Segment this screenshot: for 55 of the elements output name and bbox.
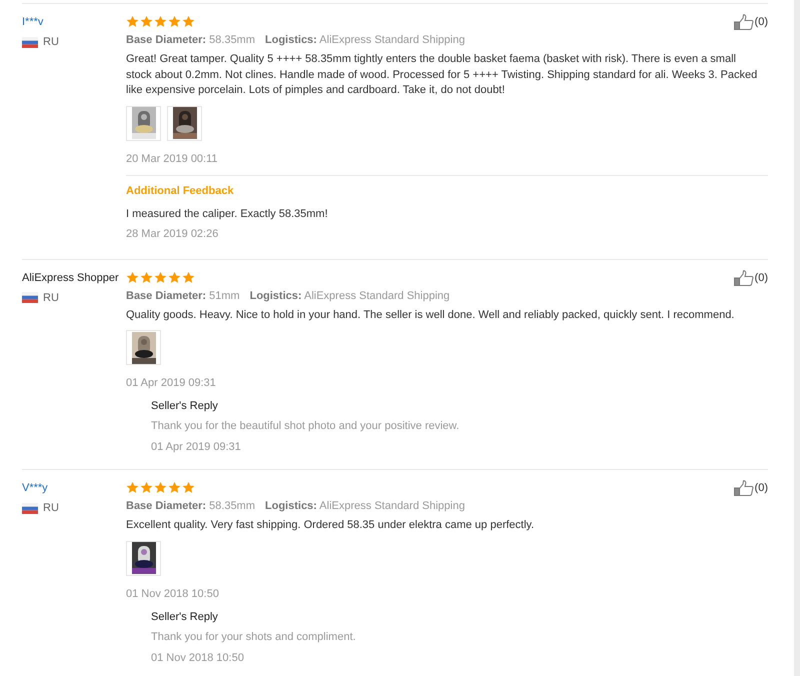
star-icon xyxy=(168,270,181,284)
country-code: RU xyxy=(43,290,59,306)
photo-thumbnail[interactable] xyxy=(167,106,202,140)
reviewer-name[interactable]: I***v xyxy=(22,12,126,32)
flag-icon xyxy=(22,292,38,303)
flag-icon xyxy=(22,502,38,514)
thumbs-up-icon xyxy=(734,270,754,286)
photo-thumbnail[interactable] xyxy=(126,330,161,365)
star-icon xyxy=(140,270,153,284)
helpful-button[interactable]: (0) xyxy=(734,268,768,288)
country-code: RU xyxy=(43,35,59,50)
product-attribute: Base Diameter: 58.35mm xyxy=(126,33,256,48)
review-text: Excellent quality. Very fast shipping. Ordered 58.35 under elektra came up perfectly. xyxy=(126,518,536,533)
star-icon xyxy=(168,481,181,494)
helpful-button[interactable]: (0) xyxy=(734,12,768,32)
reply-title: Seller's Reply xyxy=(151,610,219,624)
star-icon xyxy=(140,481,153,494)
country-code: RU xyxy=(43,501,59,516)
reviewer-name[interactable]: V***y xyxy=(22,478,126,498)
flag-icon xyxy=(22,36,38,48)
star-icon xyxy=(126,481,139,494)
reply-title: Seller's Reply xyxy=(151,399,219,414)
star-icon xyxy=(126,270,139,284)
photo-thumbnail[interactable] xyxy=(126,540,161,576)
star-icon xyxy=(126,15,139,28)
reply-text: Thank you for the beautiful shot photo and your positive review. xyxy=(151,419,460,434)
review-date: 01 Apr 2019 09:31 xyxy=(126,376,217,391)
review-text: Quality goods. Heavy. Nice to hold in your hand. The seller is well done. Well and reliably packed, quickly sent. I recommend. xyxy=(126,308,736,322)
star-icon xyxy=(154,270,167,284)
reply-date: 01 Apr 2019 09:31 xyxy=(151,440,242,455)
star-icon xyxy=(154,15,167,28)
product-attribute: Logistics: AliExpress Standard Shipping xyxy=(265,499,465,514)
photo-thumbnail[interactable] xyxy=(126,106,161,140)
star-icon xyxy=(168,15,181,28)
reply-date: 01 Nov 2018 10:50 xyxy=(151,650,245,666)
star-icon xyxy=(182,270,195,284)
product-attribute: Logistics: AliExpress Standard Shipping xyxy=(265,33,465,48)
thumbs-up-icon xyxy=(734,480,754,496)
review-text: Great! Great tamper. Quality 5 ++++ 58.35mm tightly enters the double basket faema (basket with risk). There is even a small stock about 0.2mm. Not clines. Handle made of wood. Processed for 5 ++++ Twisting. Shipping standard for ali. Weeks 3. Packed like expensive porcelain. Lots of pimples and cardboard. Take it, do not doubt! xyxy=(126,52,758,98)
star-icon xyxy=(154,481,167,494)
star-icon xyxy=(182,15,195,28)
product-attribute: Base Diameter: 58.35mm xyxy=(126,499,256,514)
star-icon xyxy=(140,15,153,28)
helpful-button[interactable]: (0) xyxy=(734,478,768,498)
thumbs-up-icon xyxy=(734,14,754,30)
followup-date: 28 Mar 2019 02:26 xyxy=(126,226,220,242)
reviewer-name: AliExpress Shopper xyxy=(22,270,120,286)
reply-text: Thank you for your shots and compliment. xyxy=(151,630,357,644)
star-icon xyxy=(182,481,195,494)
product-attribute: Logistics: AliExpress Standard Shipping xyxy=(250,288,450,304)
followup-title: Additional Feedback xyxy=(126,184,235,198)
review-date: 01 Nov 2018 10:50 xyxy=(126,586,220,602)
review-date: 20 Mar 2019 00:11 xyxy=(126,152,219,166)
product-attribute: Base Diameter: 51mm xyxy=(126,288,240,304)
followup-text: I measured the caliper. Exactly 58.35mm! xyxy=(126,206,329,222)
